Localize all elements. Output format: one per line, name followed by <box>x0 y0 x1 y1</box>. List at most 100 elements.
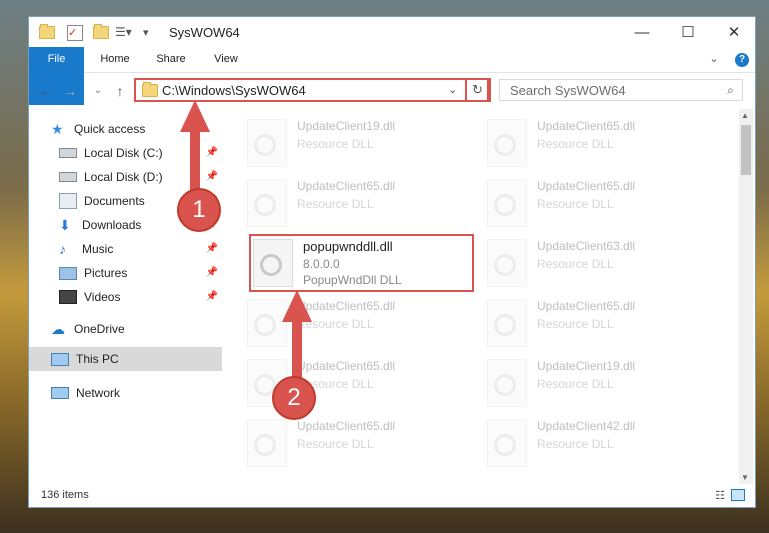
pin-icon[interactable]: 📌 <box>206 171 218 182</box>
sidebar-item-label: Documents <box>84 194 145 208</box>
navigation-pane: ★ Quick access Local Disk (C:) 📌 Local D… <box>29 109 223 479</box>
file-name: UpdateClient65.dll <box>537 179 636 193</box>
computer-icon <box>51 352 69 366</box>
explorer-window: ✓ ☰▾ ▾ SysWOW64 — ☐ ✕ File Home Share Vi… <box>28 16 756 508</box>
dropdown-arrow-icon[interactable]: ▾ <box>143 23 149 41</box>
scroll-down-icon[interactable]: ▼ <box>741 473 749 482</box>
expand-ribbon-icon[interactable]: ⌄ <box>705 47 723 72</box>
address-bar[interactable]: C:\Windows\SysWOW64 ⌄ <box>134 78 489 102</box>
sidebar-item-quick-access[interactable]: ★ Quick access <box>51 117 244 141</box>
list-item[interactable]: UpdateClient63.dll Resource DLL <box>487 235 707 293</box>
dll-file-icon <box>247 119 287 167</box>
tab-view[interactable]: View <box>205 47 247 72</box>
file-description: Resource DLL <box>297 137 374 151</box>
list-item[interactable]: UpdateClient19.dll Resource DLL <box>487 355 707 413</box>
address-dropdown-icon[interactable]: ⌄ <box>448 83 457 96</box>
file-name: UpdateClient65.dll <box>297 419 396 433</box>
vertical-scrollbar[interactable]: ▲ ▼ <box>739 109 753 484</box>
file-name: UpdateClient19.dll <box>537 359 636 373</box>
pin-icon[interactable]: 📌 <box>206 291 218 302</box>
network-icon <box>51 387 69 399</box>
minimize-button[interactable]: — <box>619 17 665 47</box>
list-item[interactable]: UpdateClient65.dll Resource DLL <box>487 175 707 233</box>
sidebar-item-this-pc[interactable]: This PC <box>29 347 222 371</box>
sidebar-item-videos[interactable]: Videos 📌 <box>59 285 222 309</box>
file-description: Resource DLL <box>537 317 614 331</box>
sidebar-item-label: Local Disk (C:) <box>84 146 163 160</box>
list-item[interactable]: UpdateClient65.dll Resource DLL <box>487 295 707 353</box>
customize-toolbar-icon[interactable]: ☰▾ <box>115 23 132 41</box>
list-item[interactable]: UpdateClient65.dll Resource DLL <box>247 295 467 353</box>
status-bar: 136 items ☷ <box>29 485 755 507</box>
pin-icon[interactable]: 📌 <box>206 243 218 254</box>
large-icons-view-icon[interactable] <box>731 489 745 501</box>
list-item[interactable]: UpdateClient65.dll Resource DLL <box>247 175 467 233</box>
tab-share[interactable]: Share <box>149 47 193 72</box>
file-name: UpdateClient65.dll <box>297 359 396 373</box>
list-item[interactable]: UpdateClient19.dll Resource DLL <box>247 115 467 173</box>
file-list: UpdateClient19.dll Resource DLL UpdateCl… <box>225 109 737 484</box>
scrollbar-thumb[interactable] <box>741 125 751 175</box>
help-icon[interactable]: ? <box>735 53 749 67</box>
sidebar-item-local-disk-d[interactable]: Local Disk (D:) 📌 <box>59 165 222 189</box>
search-input[interactable]: Search SysWOW64 ⌕ <box>499 79 743 101</box>
properties-icon[interactable]: ✓ <box>67 25 83 41</box>
file-highlight-box <box>249 234 474 292</box>
step-1-badge: 1 <box>177 188 221 232</box>
sidebar-item-pictures[interactable]: Pictures 📌 <box>59 261 222 285</box>
drive-icon <box>59 172 77 182</box>
dll-file-icon <box>247 179 287 227</box>
up-arrow-icon[interactable]: ↑ <box>111 82 129 100</box>
file-description: Resource DLL <box>297 317 374 331</box>
cloud-icon: ☁ <box>51 321 65 337</box>
dll-file-icon <box>247 419 287 467</box>
address-row: ← → ⌄ ↑ C:\Windows\SysWOW64 ⌄ ↻ Search S… <box>29 73 755 107</box>
close-button[interactable]: ✕ <box>711 17 755 47</box>
dll-file-icon <box>247 299 287 347</box>
pictures-icon <box>59 266 77 280</box>
list-item[interactable]: UpdateClient65.dll Resource DLL <box>487 115 707 173</box>
ribbon: File Home Share View ⌄ ? <box>29 47 755 105</box>
sidebar-item-local-disk-c[interactable]: Local Disk (C:) 📌 <box>59 141 222 165</box>
scroll-up-icon[interactable]: ▲ <box>741 111 749 120</box>
file-name: UpdateClient65.dll <box>297 179 396 193</box>
pin-icon[interactable]: 📌 <box>206 267 218 278</box>
address-path: C:\Windows\SysWOW64 <box>162 83 306 98</box>
sidebar-item-label: This PC <box>76 352 119 366</box>
file-description: Resource DLL <box>537 197 614 211</box>
item-count: 136 items <box>41 489 89 501</box>
search-icon: ⌕ <box>727 83 734 97</box>
details-view-icon[interactable]: ☷ <box>715 489 725 502</box>
sidebar-item-music[interactable]: ♪ Music 📌 <box>59 237 222 261</box>
search-placeholder: Search SysWOW64 <box>510 83 626 98</box>
new-folder-icon[interactable] <box>93 23 109 41</box>
refresh-button[interactable]: ↻ <box>465 78 491 102</box>
step-2-badge: 2 <box>272 376 316 420</box>
back-arrow-icon[interactable]: ← <box>37 82 55 100</box>
file-description: Resource DLL <box>537 257 614 271</box>
file-name: UpdateClient63.dll <box>537 239 636 253</box>
refresh-icon: ↻ <box>472 82 483 97</box>
pin-icon[interactable]: 📌 <box>206 147 218 158</box>
tab-home[interactable]: Home <box>91 47 139 72</box>
list-item[interactable]: UpdateClient42.dll Resource DLL <box>487 415 707 473</box>
forward-arrow-icon[interactable]: → <box>61 82 79 100</box>
list-item[interactable]: UpdateClient65.dll Resource DLL <box>247 415 467 473</box>
star-icon: ★ <box>51 121 64 137</box>
sidebar-item-onedrive[interactable]: ☁ OneDrive <box>51 317 222 341</box>
file-name: UpdateClient65.dll <box>537 119 636 133</box>
dll-file-icon <box>487 359 527 407</box>
title-bar: ✓ ☰▾ ▾ SysWOW64 — ☐ ✕ <box>29 17 755 47</box>
file-name: UpdateClient42.dll <box>537 419 636 433</box>
maximize-button[interactable]: ☐ <box>665 17 711 47</box>
dll-file-icon <box>487 239 527 287</box>
sidebar-item-label: Downloads <box>82 218 142 232</box>
music-icon: ♪ <box>59 241 66 257</box>
recent-chevron-icon[interactable]: ⌄ <box>89 82 107 100</box>
file-description: Resource DLL <box>537 437 614 451</box>
dll-file-icon <box>487 119 527 167</box>
file-description: Resource DLL <box>537 137 614 151</box>
window-title: SysWOW64 <box>169 25 240 40</box>
folder-icon <box>39 23 55 41</box>
sidebar-item-network[interactable]: Network <box>51 381 222 405</box>
